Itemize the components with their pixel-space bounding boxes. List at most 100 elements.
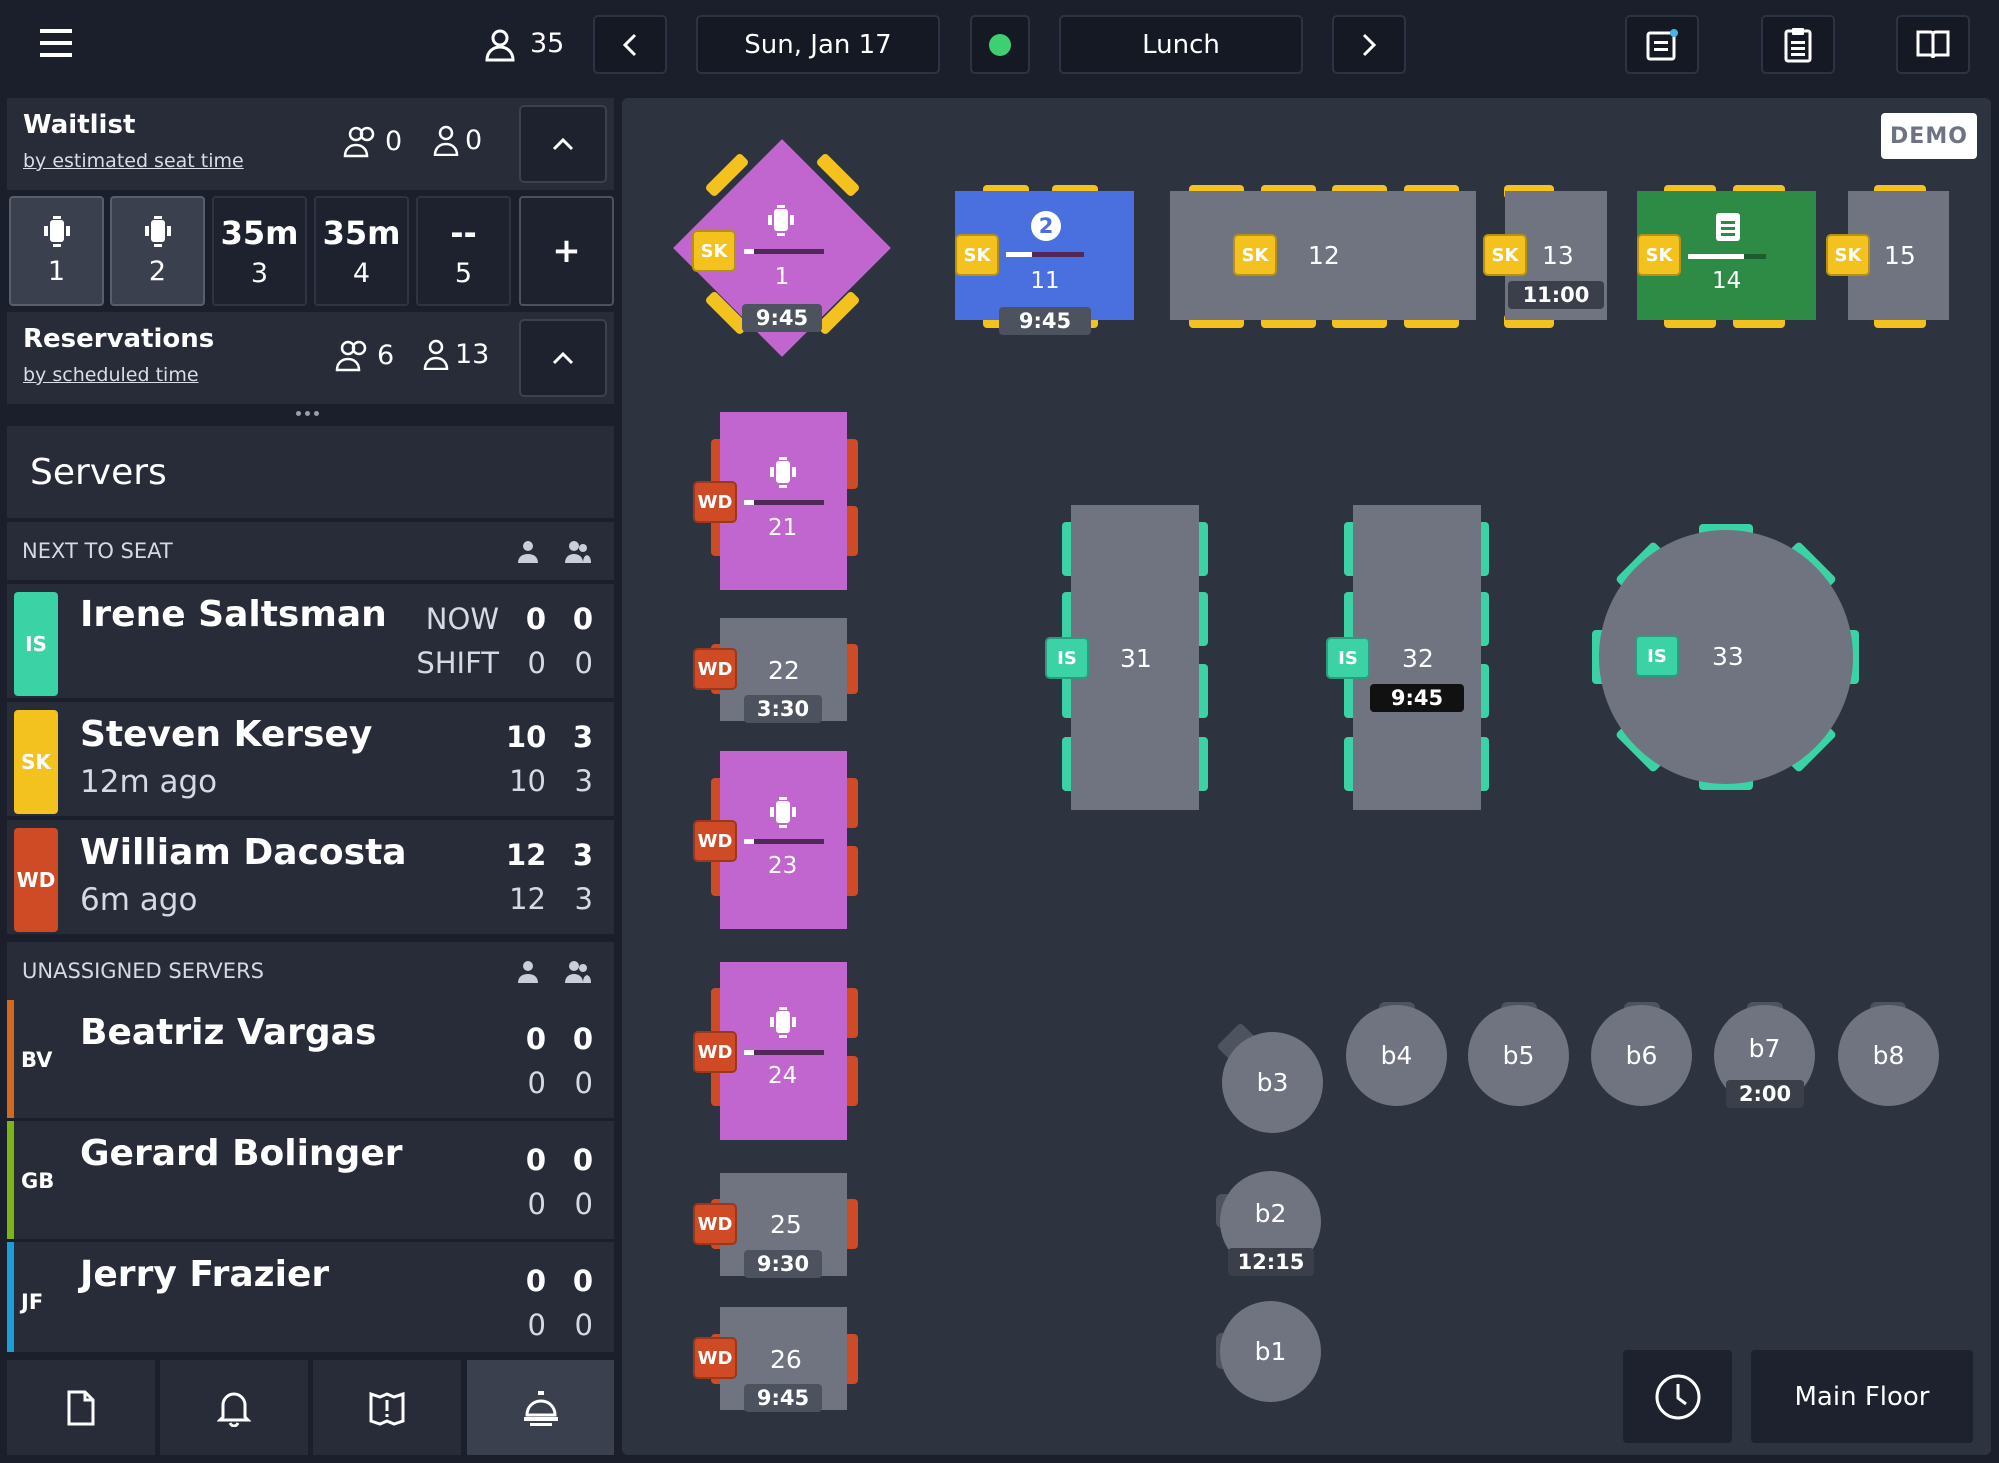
table-number: 11 bbox=[1030, 268, 1060, 294]
demo-badge: DEMO bbox=[1881, 113, 1977, 159]
next-to-seat-header: NEXT TO SEAT bbox=[7, 522, 614, 580]
now-tables: 3 bbox=[572, 838, 593, 872]
reservations-panel: Reservations by scheduled time 6 13 bbox=[7, 312, 614, 404]
table-timer: 3:30 bbox=[744, 695, 822, 723]
next-to-seat-label: NEXT TO SEAT bbox=[22, 539, 173, 563]
server-tag: SK bbox=[692, 230, 736, 272]
bar-seat-b5-shape: b5 bbox=[1468, 1005, 1569, 1106]
shift-tables: 0 bbox=[574, 1187, 593, 1221]
server-tag: WD bbox=[693, 1031, 737, 1073]
table-number: 12 bbox=[1308, 241, 1340, 270]
status-indicator[interactable] bbox=[970, 15, 1030, 74]
notes-button[interactable] bbox=[1625, 15, 1699, 74]
party-slot-label: 3 bbox=[250, 257, 269, 289]
service-bell-icon bbox=[523, 1390, 558, 1426]
waitlist-collapse-button[interactable] bbox=[519, 105, 607, 183]
server-row-beatriz-vargas[interactable]: BV Beatriz Vargas 0 0 0 0 bbox=[7, 1000, 614, 1118]
group-icon bbox=[335, 340, 367, 372]
group-icon bbox=[343, 126, 375, 158]
table-timer: 2:00 bbox=[1726, 1080, 1804, 1108]
clipboard-icon bbox=[1784, 27, 1812, 62]
server-row-steven-kersey[interactable]: SK Steven Kersey 12m ago 10 3 10 3 bbox=[7, 702, 614, 816]
alert-book-icon bbox=[369, 1391, 405, 1426]
waitlist-covers: 0 bbox=[433, 124, 482, 156]
shift-tables: 0 bbox=[574, 1066, 593, 1100]
table-number: 13 bbox=[1542, 241, 1574, 270]
party-slot-1[interactable]: 1 bbox=[9, 196, 104, 306]
course-progress-bar bbox=[1006, 252, 1084, 257]
date-selector[interactable]: Sun, Jan 17 bbox=[696, 15, 940, 74]
document-tab-button[interactable] bbox=[7, 1360, 155, 1455]
reservations-collapse-button[interactable] bbox=[519, 319, 607, 397]
course-progress-bar bbox=[744, 500, 824, 505]
server-row-irene-saltsman[interactable]: IS Irene Saltsman NOW SHIFT 0 0 0 0 bbox=[7, 584, 614, 698]
shift-covers: 10 bbox=[509, 764, 546, 798]
server-color-stripe bbox=[7, 1000, 14, 1118]
server-tag: SK bbox=[1637, 234, 1681, 276]
reservations-sort-link[interactable]: by scheduled time bbox=[23, 364, 199, 386]
reservations-covers-count: 13 bbox=[455, 338, 490, 370]
party-slot-4[interactable]: 35m 4 bbox=[314, 196, 409, 306]
party-slot-5[interactable]: -- 5 bbox=[416, 196, 511, 306]
reservations-title: Reservations bbox=[23, 324, 215, 354]
waitlist-covers-count: 0 bbox=[465, 124, 483, 156]
now-covers: 10 bbox=[506, 720, 547, 754]
alerts-tab-button[interactable] bbox=[313, 1360, 461, 1455]
party-slot-2[interactable]: 2 bbox=[110, 196, 205, 306]
server-row-jerry-frazier[interactable]: JF Jerry Frazier 0 0 0 0 bbox=[7, 1242, 614, 1352]
table-number: b1 bbox=[1254, 1337, 1287, 1366]
next-date-button[interactable] bbox=[1332, 15, 1406, 74]
now-covers: 0 bbox=[525, 1143, 546, 1177]
waitlist-sort-link[interactable]: by estimated seat time bbox=[23, 150, 244, 172]
table-timer: 9:45 bbox=[744, 1384, 822, 1412]
shift-selector[interactable]: Lunch bbox=[1059, 15, 1303, 74]
table-number: 32 bbox=[1402, 644, 1434, 673]
server-badge: IS bbox=[14, 592, 58, 696]
unassigned-servers-label: UNASSIGNED SERVERS bbox=[22, 959, 264, 983]
table-number: 23 bbox=[768, 853, 798, 879]
server-last-seated: 12m ago bbox=[80, 764, 218, 800]
service-tab-button[interactable] bbox=[467, 1360, 614, 1455]
server-name: Irene Saltsman bbox=[80, 594, 387, 635]
floor-area-selector[interactable]: Main Floor bbox=[1751, 1350, 1973, 1443]
waitlist-panel: Waitlist by estimated seat time 0 0 bbox=[7, 98, 614, 190]
server-color-stripe bbox=[7, 1121, 14, 1239]
shift-tables: 3 bbox=[574, 764, 593, 798]
chevron-left-icon bbox=[622, 33, 637, 56]
course-progress-bar bbox=[744, 1050, 824, 1055]
person-icon bbox=[423, 339, 449, 370]
panel-resize-handle[interactable] bbox=[296, 411, 319, 416]
table-number: 15 bbox=[1884, 241, 1916, 270]
table-number: b2 bbox=[1254, 1199, 1287, 1228]
table-number: b7 bbox=[1748, 1034, 1781, 1063]
floor-book-button[interactable] bbox=[1896, 15, 1970, 74]
table-number: 24 bbox=[768, 1063, 798, 1089]
bar-seat-b8-shape: b8 bbox=[1838, 1005, 1939, 1106]
party-slot-label: 1 bbox=[47, 255, 66, 287]
table-number: 33 bbox=[1712, 642, 1744, 671]
bar-seat-b3-shape: b3 bbox=[1222, 1032, 1323, 1133]
hamburger-menu-icon[interactable] bbox=[40, 26, 80, 62]
shift-covers: 0 bbox=[527, 1308, 546, 1342]
server-row-gerard-bolinger[interactable]: GB Gerard Bolinger 0 0 0 0 bbox=[7, 1121, 614, 1239]
notifications-tab-button[interactable] bbox=[160, 1360, 308, 1455]
add-party-button[interactable]: + bbox=[519, 196, 614, 306]
server-initials: BV bbox=[21, 1048, 53, 1072]
party-slot-3[interactable]: 35m 3 bbox=[212, 196, 307, 306]
guest-count: 35 bbox=[530, 28, 565, 59]
clipboard-button[interactable] bbox=[1761, 15, 1835, 74]
server-last-seated: 6m ago bbox=[80, 882, 198, 918]
server-row-william-dacosta[interactable]: WD William Dacosta 6m ago 12 3 12 3 bbox=[7, 820, 614, 934]
table-chair-icon bbox=[770, 457, 796, 488]
chevron-right-icon bbox=[1362, 33, 1377, 56]
waitlist-title: Waitlist bbox=[23, 110, 136, 140]
server-badge: SK bbox=[14, 710, 58, 814]
document-icon bbox=[67, 1390, 95, 1425]
shift-label: SHIFT bbox=[416, 646, 499, 680]
timeline-button[interactable] bbox=[1623, 1350, 1732, 1443]
server-initials: JF bbox=[21, 1290, 44, 1314]
table-number: 21 bbox=[768, 515, 798, 541]
course-progress-bar bbox=[1688, 254, 1766, 259]
prev-date-button[interactable] bbox=[593, 15, 667, 74]
server-tag: WD bbox=[693, 648, 737, 690]
